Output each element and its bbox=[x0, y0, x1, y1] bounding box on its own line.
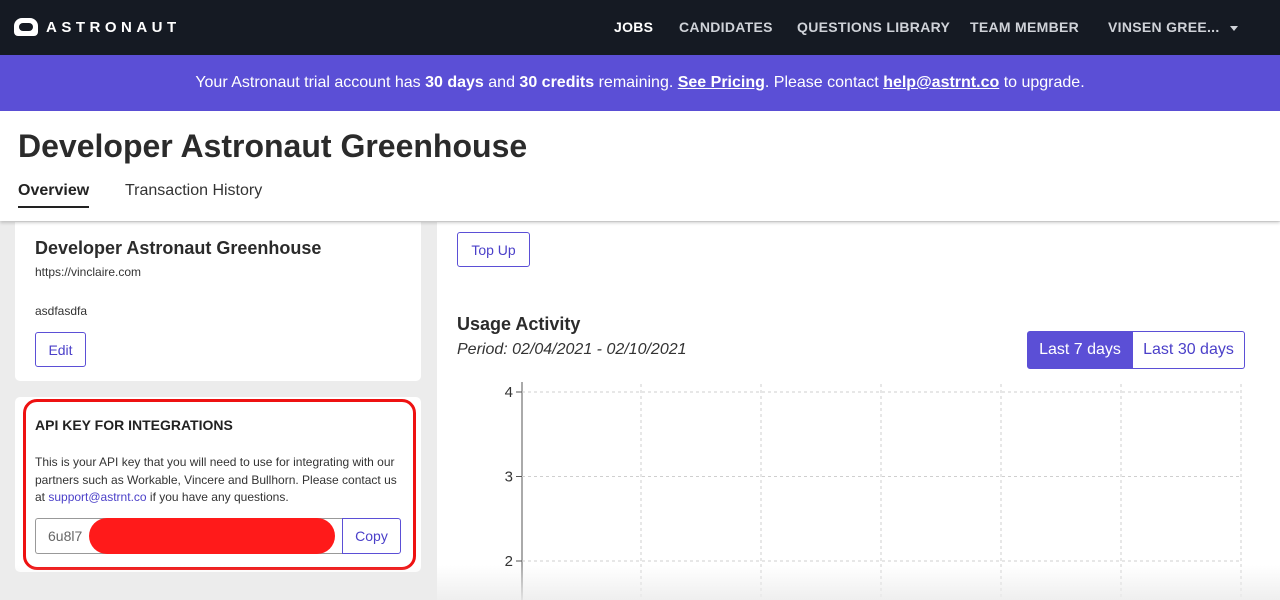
astronaut-helmet-icon bbox=[14, 16, 38, 38]
api-key-value: 6u8l7 bbox=[48, 528, 83, 544]
y-axis-tick-label: 3 bbox=[505, 469, 513, 486]
company-card: Developer Astronaut Greenhouse https://v… bbox=[15, 222, 421, 381]
range-toggle: Last 7 days Last 30 days bbox=[1027, 331, 1245, 369]
banner-text: . Please contact bbox=[764, 74, 884, 91]
usage-activity-title: Usage Activity bbox=[457, 314, 581, 334]
top-navigation: ASTRONAUT JOBS CANDIDATES QUESTIONS LIBR… bbox=[0, 0, 1280, 55]
last-30-days-button[interactable]: Last 30 days bbox=[1133, 331, 1245, 369]
chevron-down-icon bbox=[1229, 25, 1238, 31]
edit-button[interactable]: Edit bbox=[35, 332, 86, 367]
usage-chart: 4 3 2 bbox=[505, 382, 1242, 600]
nav-team-member[interactable]: TEAM MEMBER bbox=[970, 19, 1079, 35]
tab-overview[interactable]: Overview bbox=[18, 182, 90, 208]
see-pricing-link[interactable]: See Pricing bbox=[678, 74, 765, 92]
usage-period: Period: 02/04/2021 - 02/10/2021 bbox=[457, 341, 687, 358]
page-title: Developer Astronaut Greenhouse bbox=[18, 128, 528, 164]
api-key-description: This is your API key that you will need … bbox=[35, 454, 405, 507]
nav-jobs[interactable]: JOBS bbox=[614, 19, 653, 35]
banner-days: 30 days bbox=[425, 74, 484, 91]
last-7-days-button[interactable]: Last 7 days bbox=[1027, 331, 1133, 369]
user-menu[interactable]: VINSEN GREE... bbox=[1108, 19, 1238, 35]
logo-text: ASTRONAUT bbox=[46, 18, 181, 36]
usage-panel: Top Up Usage Activity Period: 02/04/2021… bbox=[437, 222, 1280, 600]
page-header: Developer Astronaut Greenhouse Overview … bbox=[0, 111, 1280, 221]
banner-text: remaining. bbox=[594, 74, 678, 91]
nav-questions-library[interactable]: QUESTIONS LIBRARY bbox=[797, 19, 950, 35]
help-email-link[interactable]: help@astrnt.co bbox=[883, 74, 999, 92]
y-axis-tick-label: 4 bbox=[505, 384, 513, 401]
api-key-heading: API KEY FOR INTEGRATIONS bbox=[35, 417, 233, 433]
company-description: asdfasdfa bbox=[35, 304, 88, 318]
nav-candidates[interactable]: CANDIDATES bbox=[679, 19, 773, 35]
api-desc-text: if you have any questions. bbox=[146, 490, 289, 504]
support-email-link[interactable]: support@astrnt.co bbox=[48, 490, 146, 504]
astronaut-logo[interactable]: ASTRONAUT bbox=[14, 16, 181, 38]
banner-text: to upgrade. bbox=[999, 74, 1085, 91]
copy-button[interactable]: Copy bbox=[342, 518, 401, 554]
api-key-card: API KEY FOR INTEGRATIONS This is your AP… bbox=[15, 397, 421, 572]
company-url: https://vinclaire.com bbox=[35, 265, 142, 279]
banner-text: Your Astronaut trial account has bbox=[195, 74, 426, 91]
company-name: Developer Astronaut Greenhouse bbox=[35, 238, 322, 258]
user-menu-label: VINSEN GREE... bbox=[1108, 19, 1220, 35]
banner-credits: 30 credits bbox=[519, 74, 595, 91]
redaction-mark bbox=[89, 518, 335, 554]
banner-text: and bbox=[483, 74, 520, 91]
top-up-button[interactable]: Top Up bbox=[457, 232, 530, 267]
y-axis-tick-label: 2 bbox=[505, 553, 513, 570]
trial-banner: Your Astronaut trial account has 30 days… bbox=[0, 55, 1280, 111]
tab-transaction-history[interactable]: Transaction History bbox=[125, 182, 262, 200]
